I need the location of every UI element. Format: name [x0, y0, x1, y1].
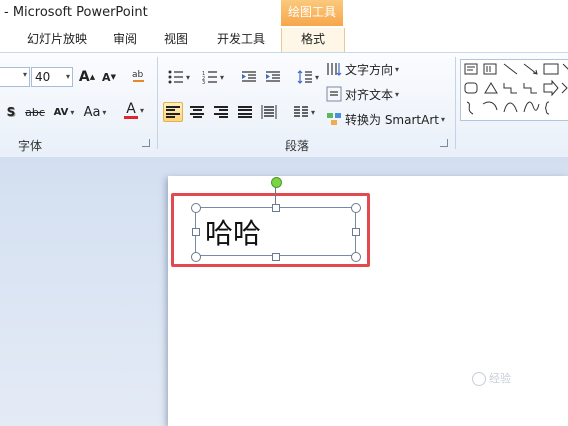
justify-icon: [238, 106, 252, 118]
arc-shape-icon: [482, 101, 498, 111]
watermark-logo-icon: [472, 372, 486, 386]
align-text-icon: [326, 86, 342, 102]
distributed-button[interactable]: [259, 102, 279, 122]
group-separator: [455, 57, 456, 149]
columns-icon: [293, 106, 308, 117]
elbow-connector-icon: [503, 83, 517, 94]
text-box-content[interactable]: 哈哈: [205, 212, 261, 252]
line-spacing-button[interactable]: [294, 67, 322, 87]
align-center-icon: [190, 106, 204, 118]
change-case-button[interactable]: Aa: [82, 102, 108, 122]
watermark: 经验: [472, 370, 511, 386]
drawing-tools-header: 绘图工具: [281, 0, 343, 26]
font-color-icon: A: [123, 102, 138, 119]
wave-shape-icon: [523, 101, 540, 113]
resize-handle-bottom[interactable]: [272, 253, 280, 261]
convert-smartart-button[interactable]: 转换为 SmartArt: [326, 109, 450, 129]
justify-button[interactable]: [235, 102, 255, 122]
resize-handle-bottom-left[interactable]: [191, 252, 201, 262]
resize-handle-top-left[interactable]: [191, 203, 201, 213]
rectangle-shape-icon: [543, 63, 559, 75]
resize-handle-left[interactable]: [192, 228, 200, 236]
group-separator: [157, 57, 158, 149]
decrease-indent-button[interactable]: [238, 67, 260, 87]
resize-handle-right[interactable]: [352, 228, 360, 236]
text-direction-icon: [327, 63, 342, 76]
align-left-button[interactable]: [163, 102, 183, 122]
rotation-connector: [275, 186, 276, 204]
triangle-shape-icon: [484, 82, 498, 94]
brace-shape-icon: [544, 101, 550, 115]
rounded-rect-shape-icon: [464, 82, 478, 94]
ribbon: ▾ 40▾ A▲ A▼ ab S abc AV Aa A 字体 123: [0, 52, 568, 158]
title-bar: - Microsoft PowerPoint 绘图工具: [0, 0, 568, 28]
textbox-shape-icon: [464, 63, 478, 75]
svg-text:ab: ab: [132, 70, 144, 80]
font-dialog-launcher-icon[interactable]: [142, 139, 150, 147]
align-text-button[interactable]: 对齐文本: [326, 84, 408, 104]
distributed-icon: [261, 105, 277, 119]
clear-formatting-icon[interactable]: ab: [128, 65, 150, 85]
font-size-combo[interactable]: 40 ▾: [31, 67, 73, 87]
svg-text:3: 3: [202, 80, 205, 84]
increase-indent-button[interactable]: [262, 67, 284, 87]
app-title: - Microsoft PowerPoint: [4, 5, 148, 20]
font-color-button[interactable]: A: [120, 100, 148, 120]
shrink-font-button[interactable]: A ▼: [101, 67, 117, 87]
tab-format[interactable]: 格式: [281, 28, 345, 52]
font-group-label: 字体: [18, 139, 43, 153]
smartart-icon: [327, 113, 341, 125]
text-shadow-button[interactable]: S: [4, 102, 18, 122]
tab-review[interactable]: 审阅: [113, 30, 137, 47]
shapes-icon: [464, 63, 568, 115]
curve-shape-icon: [503, 102, 518, 113]
character-spacing-button[interactable]: AV: [52, 102, 76, 122]
numbering-button[interactable]: 123: [198, 67, 228, 87]
arrow-shape-icon: [523, 63, 538, 75]
tab-view[interactable]: 视图: [164, 30, 188, 47]
align-center-button[interactable]: [187, 102, 207, 122]
bullets-button[interactable]: [164, 67, 194, 87]
text-direction-button[interactable]: 文字方向: [326, 59, 408, 79]
resize-handle-bottom-right[interactable]: [351, 252, 361, 262]
font-name-combo[interactable]: ▾: [0, 67, 30, 87]
paragraph-group-label: 段落: [285, 139, 310, 153]
align-left-icon: [166, 106, 180, 118]
columns-button[interactable]: [290, 102, 318, 122]
strikethrough-button[interactable]: abc: [24, 102, 46, 122]
rotation-handle[interactable]: [271, 177, 282, 188]
line-shape-icon: [503, 63, 518, 75]
align-right-button[interactable]: [211, 102, 231, 122]
right-arrow-shape-icon: [543, 79, 559, 97]
ribbon-tabs: 幻灯片放映 审阅 视图 开发工具 格式: [0, 28, 568, 52]
tab-slideshow[interactable]: 幻灯片放映: [27, 30, 87, 47]
resize-handle-top[interactable]: [272, 204, 280, 212]
tab-developer[interactable]: 开发工具: [217, 30, 265, 47]
freeform-shape-icon: [466, 101, 474, 115]
shapes-gallery[interactable]: [460, 59, 568, 121]
grow-font-button[interactable]: A ▲: [79, 67, 95, 87]
align-right-icon: [214, 106, 228, 118]
paragraph-dialog-launcher-icon[interactable]: [440, 139, 448, 147]
resize-handle-top-right[interactable]: [351, 203, 361, 213]
